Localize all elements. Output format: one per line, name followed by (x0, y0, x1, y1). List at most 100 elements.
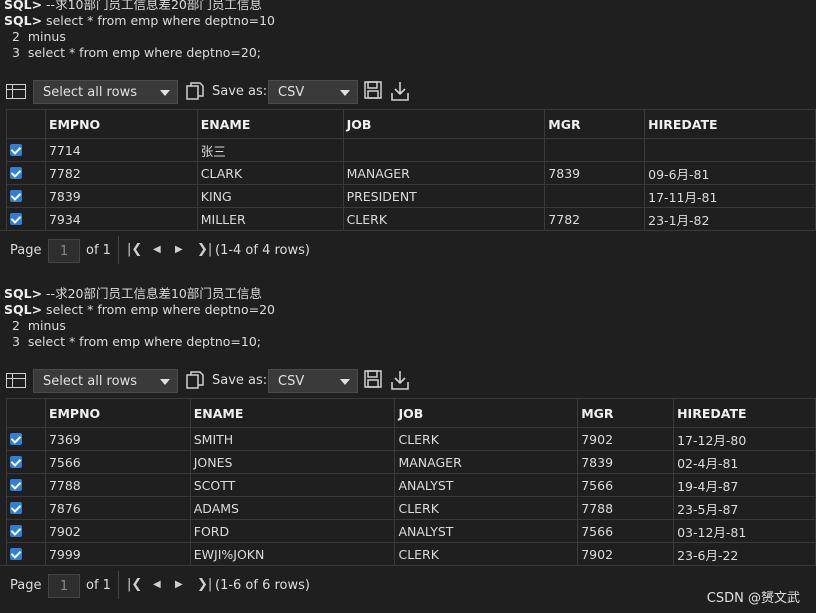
sql-line: 2 minus (4, 29, 66, 44)
row-checkbox[interactable] (10, 524, 22, 537)
pagination-bar-2: Page 1 of 1 |❮ ◀ ▶ ❯| (1-6 of 6 rows) (0, 565, 816, 606)
table-cell (544, 184, 646, 208)
result-toolbar-1: Select all rows Save as: CSV (0, 78, 816, 108)
sql-line: SQL> --求20部门员工信息差10部门员工信息 (4, 286, 262, 301)
select-all-cell[interactable] (6, 398, 46, 428)
sql-line: 3 select * from emp where deptno=20; (4, 45, 262, 60)
table-cell: SMITH (189, 427, 396, 451)
select-rows-dropdown[interactable]: Select all rows (33, 369, 178, 393)
page-number-input[interactable]: 1 (48, 239, 80, 263)
save-as-label: Save as: (212, 373, 268, 388)
table-cell: ANALYST (394, 519, 579, 543)
column-header[interactable]: JOB (394, 398, 579, 428)
table-cell: 7714 (44, 138, 198, 162)
page-number-input[interactable]: 1 (48, 574, 80, 598)
rows-info: (1-4 of 4 rows) (215, 243, 310, 258)
save-icon[interactable] (363, 369, 383, 389)
prev-page-icon[interactable]: ◀ (153, 579, 161, 590)
row-checkbox[interactable] (10, 166, 22, 179)
table-cell: 7934 (44, 207, 198, 231)
column-header[interactable]: ENAME (196, 109, 344, 139)
table-cell: 23-5月-87 (673, 496, 816, 520)
table-cell: 7782 (44, 161, 198, 185)
table-cell: CLERK (394, 496, 579, 520)
table-cell: 7566 (577, 473, 675, 497)
table-row[interactable]: 7999 EWJI%JOKN CLERK 7902 23-6月-22 (6, 542, 816, 566)
first-page-icon[interactable]: |❮ (127, 577, 142, 592)
chevron-down-icon (340, 90, 350, 96)
column-header[interactable]: ENAME (189, 398, 396, 428)
select-all-cell[interactable] (6, 109, 46, 139)
table-cell: 03-12月-81 (673, 519, 816, 543)
row-checkbox[interactable] (10, 189, 22, 202)
column-header[interactable]: MGR (577, 398, 675, 428)
table-cell: CLARK (196, 161, 344, 185)
table-row[interactable]: 7839 KING PRESIDENT 17-11月-81 (6, 184, 816, 208)
sql-line: SQL> select * from emp where deptno=20 (4, 302, 276, 317)
row-checkbox[interactable] (10, 212, 22, 225)
last-page-icon[interactable]: ❯| (197, 242, 212, 257)
table-cell: JONES (189, 450, 396, 474)
table-cell: ADAMS (189, 496, 396, 520)
grid-view-icon[interactable] (6, 84, 26, 99)
format-dropdown[interactable]: CSV (268, 369, 358, 393)
divider (118, 236, 119, 264)
table-cell: 7788 (577, 496, 675, 520)
table-row[interactable]: 7566 JONES MANAGER 7839 02-4月-81 (6, 450, 816, 474)
grid-view-icon[interactable] (6, 373, 26, 388)
column-header[interactable]: HIREDATE (673, 398, 816, 428)
chevron-down-icon (160, 379, 170, 385)
page-label: Page (10, 243, 42, 258)
table-cell: 23-6月-22 (673, 542, 816, 566)
table-cell: MANAGER (394, 450, 579, 474)
row-checkbox[interactable] (10, 547, 22, 560)
page-total: of 1 (86, 578, 111, 593)
copy-icon[interactable] (185, 370, 205, 390)
save-as-label: Save as: (212, 84, 268, 99)
download-icon[interactable] (390, 369, 410, 391)
row-checkbox[interactable] (10, 478, 22, 491)
column-header[interactable]: EMPNO (44, 398, 191, 428)
table-cell: EWJI%JOKN (189, 542, 396, 566)
table-header-row: EMPNO ENAME JOB MGR HIREDATE (6, 398, 816, 428)
copy-icon[interactable] (185, 81, 205, 101)
row-checkbox[interactable] (10, 455, 22, 468)
row-checkbox[interactable] (10, 432, 22, 445)
table-cell: MANAGER (342, 161, 546, 185)
first-page-icon[interactable]: |❮ (127, 242, 142, 257)
page-total: of 1 (86, 243, 111, 258)
next-page-icon[interactable]: ▶ (175, 579, 183, 590)
table-row[interactable]: 7788 SCOTT ANALYST 7566 19-4月-87 (6, 473, 816, 497)
chevron-down-icon (340, 379, 350, 385)
table-cell: 7902 (577, 427, 675, 451)
table-row[interactable]: 7782 CLARK MANAGER 7839 09-6月-81 (6, 161, 816, 185)
rows-info: (1-6 of 6 rows) (215, 578, 310, 593)
results-table-1: EMPNO ENAME JOB MGR HIREDATE 7714 张三 778… (6, 109, 816, 231)
table-row[interactable]: 7714 张三 (6, 138, 816, 162)
row-checkbox[interactable] (10, 143, 22, 156)
table-cell: FORD (189, 519, 396, 543)
format-dropdown[interactable]: CSV (268, 80, 358, 104)
row-checkbox[interactable] (10, 501, 22, 514)
table-cell: KING (196, 184, 344, 208)
table-row[interactable]: 7934 MILLER CLERK 7782 23-1月-82 (6, 207, 816, 231)
table-cell (644, 138, 816, 162)
table-cell: 7566 (577, 519, 675, 543)
column-header[interactable]: JOB (342, 109, 546, 139)
table-row[interactable]: 7369 SMITH CLERK 7902 17-12月-80 (6, 427, 816, 451)
table-row[interactable]: 7876 ADAMS CLERK 7788 23-5月-87 (6, 496, 816, 520)
next-page-icon[interactable]: ▶ (175, 244, 183, 255)
prev-page-icon[interactable]: ◀ (153, 244, 161, 255)
table-cell: ANALYST (394, 473, 579, 497)
select-rows-dropdown[interactable]: Select all rows (33, 80, 178, 104)
download-icon[interactable] (390, 80, 410, 102)
table-row[interactable]: 7902 FORD ANALYST 7566 03-12月-81 (6, 519, 816, 543)
table-cell: 7788 (44, 473, 191, 497)
save-icon[interactable] (363, 80, 383, 100)
sql-line: SQL> --求10部门员工信息差20部门员工信息 (4, 0, 262, 12)
result-toolbar-2: Select all rows Save as: CSV (0, 367, 816, 397)
last-page-icon[interactable]: ❯| (197, 577, 212, 592)
column-header[interactable]: MGR (544, 109, 646, 139)
column-header[interactable]: EMPNO (44, 109, 198, 139)
column-header[interactable]: HIREDATE (644, 109, 816, 139)
